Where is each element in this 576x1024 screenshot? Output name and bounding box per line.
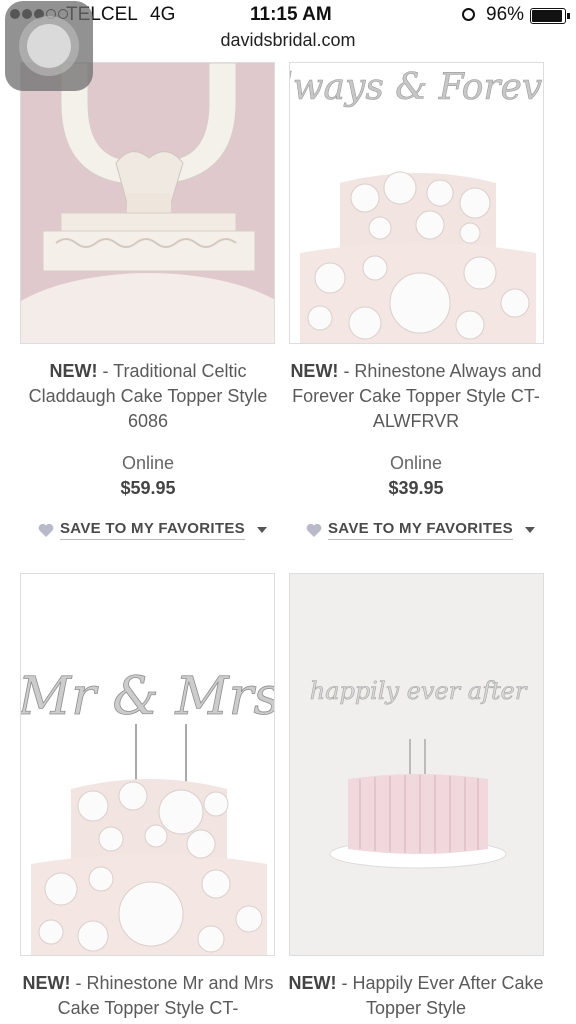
new-badge: NEW! <box>22 973 71 993</box>
product-title[interactable]: NEW! - Rhinestone Mr and Mrs Cake Topper… <box>13 971 283 1021</box>
save-favorites-button[interactable]: SAVE TO MY FAVORITES <box>306 520 535 540</box>
svg-text:Always & Forever: Always & Forever <box>290 67 544 108</box>
always-forever-topper-image: Always & Forever <box>290 63 544 343</box>
new-badge: NEW! <box>288 973 337 993</box>
alarm-icon <box>462 8 475 21</box>
product-image-always-forever[interactable]: Always & Forever <box>289 62 544 344</box>
product-image-mr-mrs[interactable]: Mr & Mrs <box>20 573 275 956</box>
price: $39.95 <box>388 478 444 498</box>
claddagh-topper-image <box>21 63 274 343</box>
availability-text: Online <box>389 453 443 473</box>
svg-text:happily ever after: happily ever after <box>310 677 528 705</box>
product-image-claddagh[interactable] <box>20 62 275 344</box>
assistive-touch-button[interactable] <box>5 1 93 91</box>
heart-icon <box>306 523 322 537</box>
product-title[interactable]: NEW! - Happily Ever After Cake Topper St… <box>281 971 551 1021</box>
chevron-down-icon[interactable] <box>256 527 267 533</box>
save-favorites-label: SAVE TO MY FAVORITES <box>60 520 245 540</box>
new-badge: NEW! <box>49 361 98 381</box>
clock: 11:15 AM <box>250 4 332 25</box>
price: $59.95 <box>120 478 176 498</box>
mr-mrs-topper-image: Mr & Mrs <box>21 574 275 955</box>
chevron-down-icon[interactable] <box>524 527 535 533</box>
product-image-happily-ever-after[interactable]: happily ever after <box>289 573 544 956</box>
svg-text:Mr & Mrs: Mr & Mrs <box>21 667 275 727</box>
product-title[interactable]: NEW! - Traditional Celtic Claddaugh Cake… <box>13 359 283 434</box>
product-title[interactable]: NEW! - Rhinestone Always and Forever Cak… <box>281 359 551 434</box>
save-favorites-label: SAVE TO MY FAVORITES <box>328 520 513 540</box>
heart-icon <box>38 523 54 537</box>
network-label: 4G <box>150 4 176 25</box>
new-badge: NEW! <box>290 361 339 381</box>
save-favorites-button[interactable]: SAVE TO MY FAVORITES <box>38 520 267 540</box>
happily-ever-after-topper-image: happily ever after <box>290 574 543 955</box>
battery-percent: 96% <box>486 4 525 25</box>
battery-icon <box>530 8 570 24</box>
availability-text: Online <box>121 453 175 473</box>
